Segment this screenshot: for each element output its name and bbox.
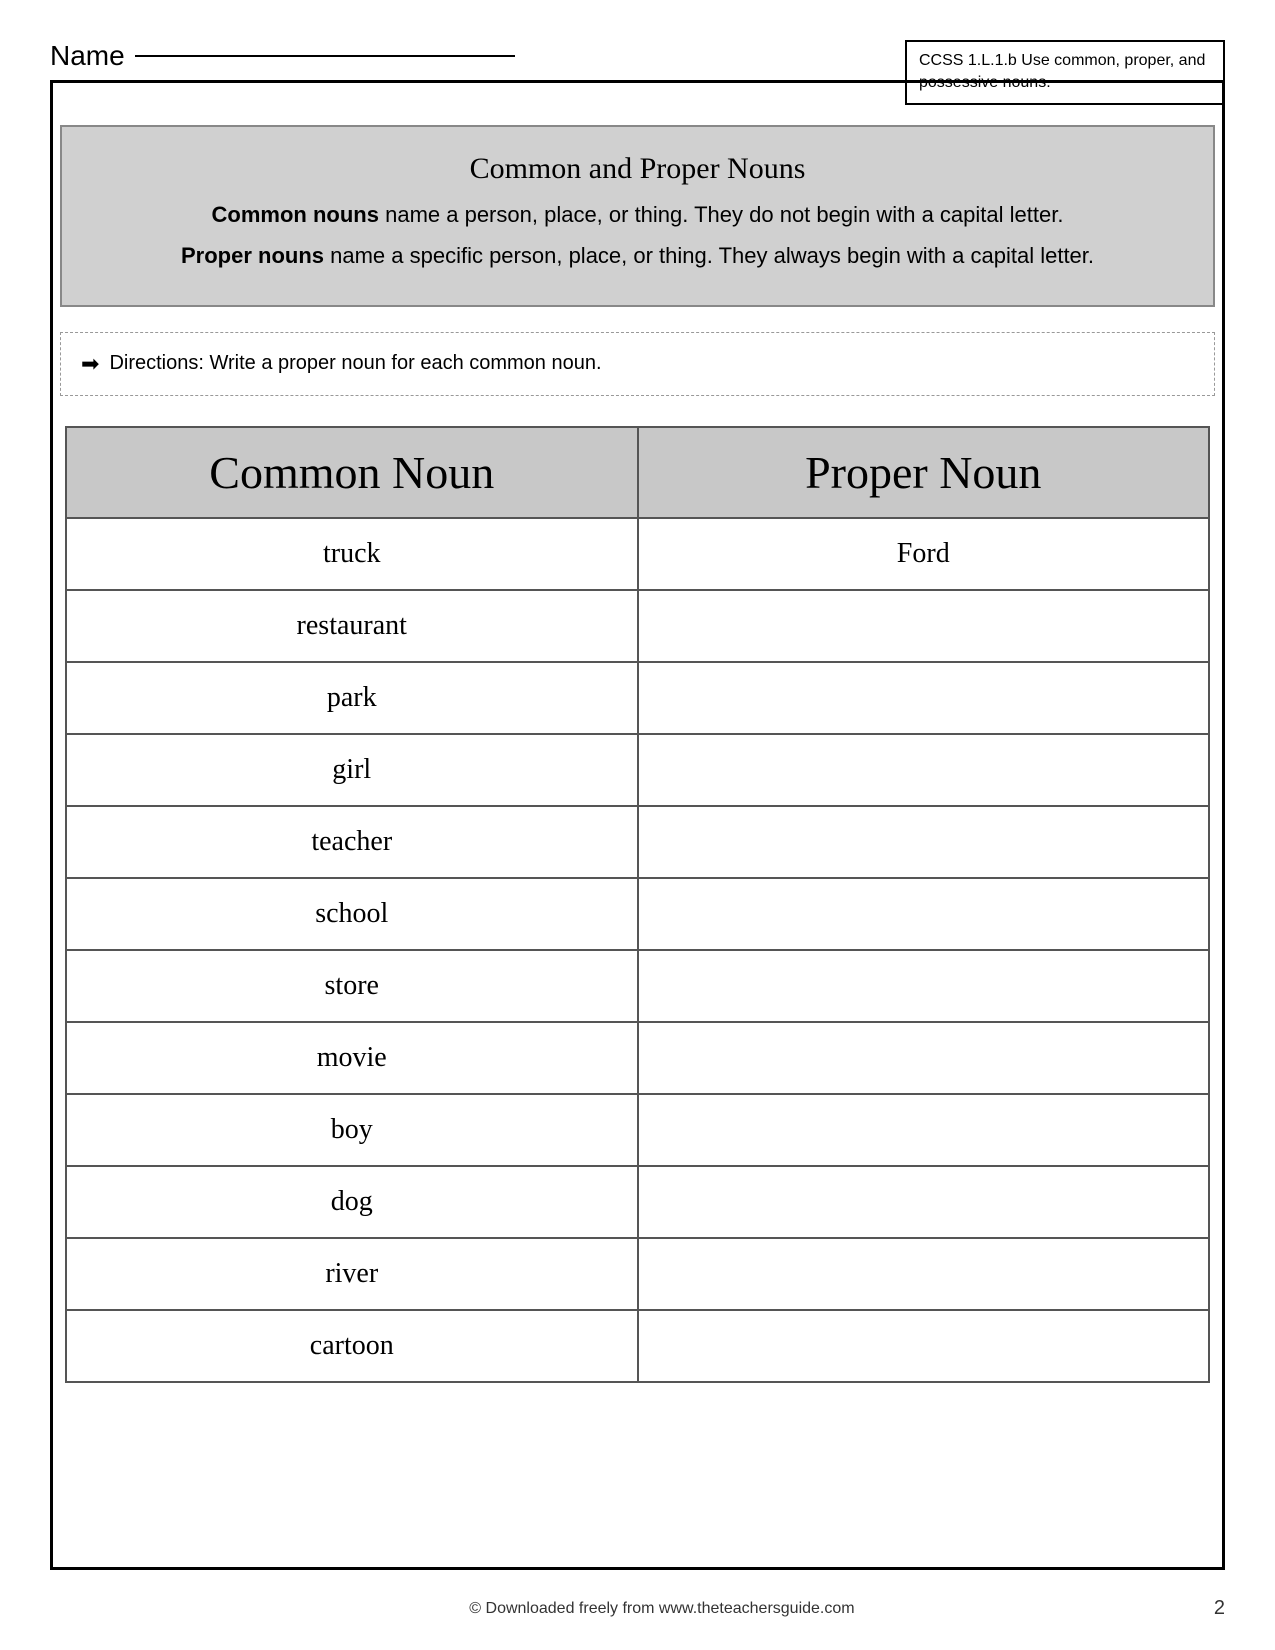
- table-row: teacher: [67, 805, 1208, 877]
- proper-noun-cell[interactable]: [639, 1023, 1209, 1093]
- common-noun-cell: boy: [67, 1095, 639, 1165]
- header: Name CCSS 1.L.1.b Use common, proper, an…: [50, 30, 1225, 105]
- definition-box: Common and Proper Nouns Common nouns nam…: [60, 125, 1215, 307]
- table-row: river: [67, 1237, 1208, 1309]
- common-noun-cell: dog: [67, 1167, 639, 1237]
- table-row: dog: [67, 1165, 1208, 1237]
- common-noun-cell: girl: [67, 735, 639, 805]
- table-row: cartoon: [67, 1309, 1208, 1381]
- table-row: movie: [67, 1021, 1208, 1093]
- table-row: restaurant: [67, 589, 1208, 661]
- common-noun-cell: school: [67, 879, 639, 949]
- proper-noun-cell[interactable]: [639, 591, 1209, 661]
- proper-noun-cell[interactable]: [639, 951, 1209, 1021]
- standards-box: CCSS 1.L.1.b Use common, proper, and pos…: [905, 40, 1225, 105]
- proper-noun-cell[interactable]: [639, 1239, 1209, 1309]
- top-border: [50, 80, 1225, 83]
- proper-noun-cell[interactable]: [639, 807, 1209, 877]
- common-noun-cell: movie: [67, 1023, 639, 1093]
- proper-noun-cell[interactable]: [639, 1095, 1209, 1165]
- proper-noun-cell[interactable]: [639, 663, 1209, 733]
- table-header: Common Noun Proper Noun: [67, 428, 1208, 517]
- common-noun-definition: Common nouns name a person, place, or th…: [102, 198, 1173, 231]
- table-row: boy: [67, 1093, 1208, 1165]
- right-border: [1222, 80, 1225, 1570]
- definition-title: Common and Proper Nouns: [102, 152, 1173, 186]
- proper-noun-cell[interactable]: Ford: [639, 519, 1209, 589]
- table-row: park: [67, 661, 1208, 733]
- name-underline: [135, 55, 515, 57]
- common-noun-cell: park: [67, 663, 639, 733]
- footer: © Downloaded freely from www.theteachers…: [50, 1597, 1225, 1620]
- common-noun-cell: cartoon: [67, 1311, 639, 1381]
- common-noun-bold: Common nouns: [212, 202, 379, 227]
- proper-noun-cell[interactable]: [639, 735, 1209, 805]
- common-noun-cell: teacher: [67, 807, 639, 877]
- table-row: store: [67, 949, 1208, 1021]
- bottom-border: [50, 1567, 1225, 1570]
- common-noun-cell: store: [67, 951, 639, 1021]
- table-row: truckFord: [67, 517, 1208, 589]
- proper-noun-header: Proper Noun: [639, 428, 1209, 517]
- content-area: Common and Proper Nouns Common nouns nam…: [50, 125, 1225, 1383]
- common-noun-cell: river: [67, 1239, 639, 1309]
- proper-noun-cell[interactable]: [639, 1167, 1209, 1237]
- arrow-icon: ➡: [81, 351, 99, 377]
- footer-page-number: 2: [1214, 1597, 1225, 1620]
- common-noun-def-text: name a person, place, or thing. They do …: [379, 202, 1063, 227]
- proper-noun-cell[interactable]: [639, 1311, 1209, 1381]
- name-field: Name: [50, 40, 515, 72]
- common-noun-cell: restaurant: [67, 591, 639, 661]
- proper-noun-bold: Proper nouns: [181, 243, 324, 268]
- directions-text: Directions: Write a proper noun for each…: [109, 352, 601, 375]
- footer-copyright: © Downloaded freely from www.theteachers…: [110, 1600, 1214, 1618]
- proper-noun-def-text: name a specific person, place, or thing.…: [324, 243, 1094, 268]
- common-noun-cell: truck: [67, 519, 639, 589]
- table-row: school: [67, 877, 1208, 949]
- noun-table: Common Noun Proper Noun truckFordrestaur…: [65, 426, 1210, 1383]
- directions-box: ➡ Directions: Write a proper noun for ea…: [60, 332, 1215, 396]
- proper-noun-cell[interactable]: [639, 879, 1209, 949]
- proper-noun-definition: Proper nouns name a specific person, pla…: [102, 239, 1173, 272]
- name-label: Name: [50, 40, 125, 72]
- standards-text: CCSS 1.L.1.b Use common, proper, and pos…: [919, 52, 1205, 91]
- common-noun-header: Common Noun: [67, 428, 639, 517]
- page: Name CCSS 1.L.1.b Use common, proper, an…: [0, 0, 1275, 1650]
- table-body: truckFordrestaurantparkgirlteacherschool…: [67, 517, 1208, 1381]
- left-border: [50, 80, 53, 1570]
- table-row: girl: [67, 733, 1208, 805]
